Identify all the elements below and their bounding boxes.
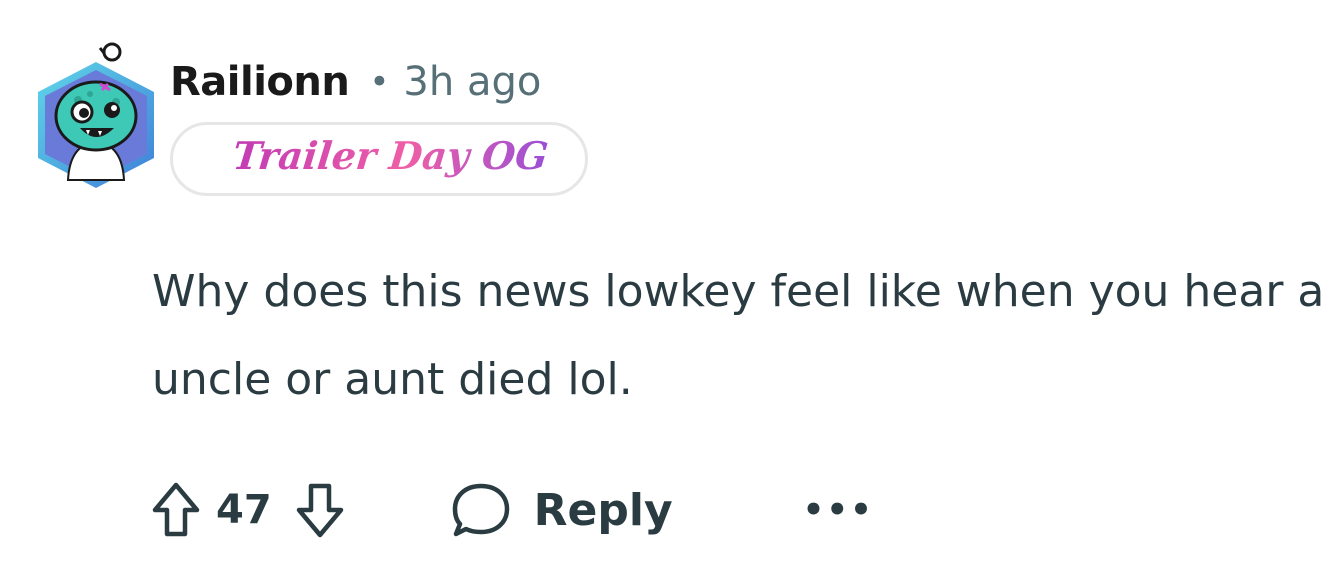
speech-bubble-icon — [452, 483, 509, 537]
reply-label: Reply — [533, 484, 673, 536]
user-avatar[interactable] — [30, 40, 162, 195]
downvote-arrow-icon — [296, 483, 343, 538]
comment-body-text: Why does this news lowkey feel like when… — [152, 266, 1325, 405]
reply-button[interactable]: Reply — [450, 480, 673, 540]
avatar-icon — [38, 42, 154, 188]
more-options-button[interactable]: ••• — [803, 490, 874, 530]
separator-dot: • — [369, 62, 390, 102]
user-flair-badge: Trailer Day OG — [170, 122, 588, 196]
upvote-arrow-icon — [152, 482, 200, 537]
downvote-button[interactable] — [294, 480, 346, 540]
comment-action-bar: 47 Reply ••• — [150, 470, 874, 550]
upvote-button[interactable] — [150, 480, 202, 540]
comment-header: Railionn • 3h ago — [170, 52, 541, 112]
username-link[interactable]: Railionn — [170, 59, 350, 105]
vote-score: 47 — [216, 487, 272, 533]
comment-timestamp[interactable]: 3h ago — [403, 59, 541, 105]
user-flair-text: Trailer Day OG — [230, 133, 551, 178]
